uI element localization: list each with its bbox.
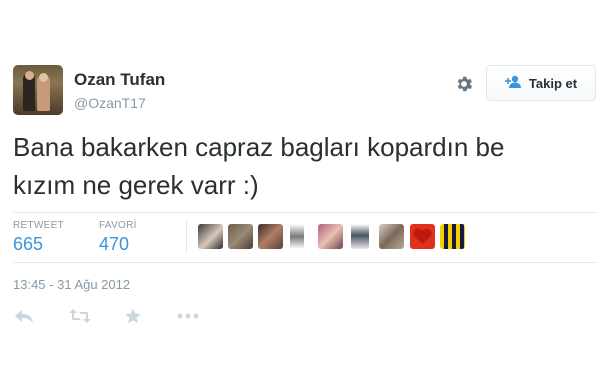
retweet-label: RETWEET <box>13 220 64 231</box>
tweet-text: Bana bakarken capraz bagları kopardın be… <box>13 128 593 204</box>
favoriter-avatar[interactable] <box>351 224 369 249</box>
favoriter-avatar[interactable] <box>379 224 404 249</box>
favoriter-avatar[interactable] <box>290 224 304 249</box>
more-icon[interactable] <box>176 305 200 327</box>
divider <box>13 212 597 213</box>
retweet-count[interactable]: 665 <box>13 234 43 255</box>
divider <box>186 220 187 254</box>
tweet-text-line: kızım ne gerek varr :) <box>13 170 259 200</box>
favoriter-avatar[interactable] <box>258 224 283 249</box>
follow-button[interactable]: Takip et <box>486 65 596 101</box>
user-name[interactable]: Ozan Tufan <box>74 70 165 90</box>
avatar[interactable] <box>13 65 63 115</box>
favoriter-avatar[interactable] <box>410 224 435 249</box>
favoriter-avatar[interactable] <box>440 224 465 249</box>
favorite-star-icon[interactable] <box>121 305 145 327</box>
heart-icon <box>413 228 432 244</box>
favoriter-avatar[interactable] <box>198 224 223 249</box>
tweet-text-line: Bana bakarken capraz bagları kopardın be <box>13 132 505 162</box>
add-person-icon <box>504 75 523 92</box>
gear-icon[interactable] <box>452 72 476 96</box>
follow-button-label: Takip et <box>528 75 578 91</box>
user-handle[interactable]: @OzanT17 <box>74 95 146 111</box>
favorite-label: FAVORİ <box>99 220 137 231</box>
favoriter-avatar[interactable] <box>318 224 343 249</box>
favoriter-avatar[interactable] <box>228 224 253 249</box>
retweet-icon[interactable] <box>66 305 94 327</box>
favorite-count[interactable]: 470 <box>99 234 129 255</box>
timestamp[interactable]: 13:45 - 31 Ağu 2012 <box>13 277 130 292</box>
tweet-card: Ozan Tufan @OzanT17 Takip et Bana bakark… <box>0 0 600 385</box>
divider <box>13 262 597 263</box>
avatar-photo-face <box>25 71 34 80</box>
avatar-photo-face <box>39 73 48 82</box>
reply-icon[interactable] <box>12 305 36 327</box>
